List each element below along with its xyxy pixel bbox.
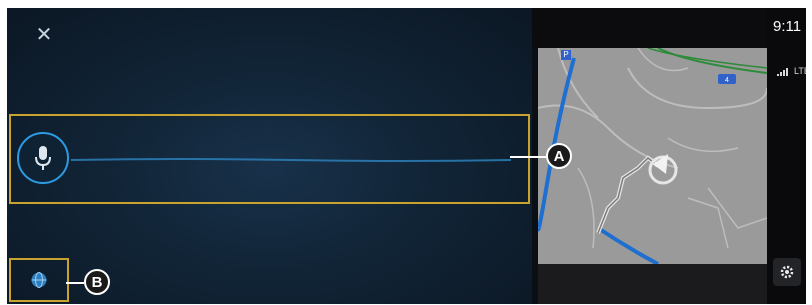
language-button[interactable] <box>9 258 69 302</box>
map-top-bar <box>532 8 768 48</box>
voice-prompt-title <box>137 56 397 78</box>
bottom-bar-item-left[interactable] <box>578 277 581 291</box>
top-bar-label <box>624 18 628 33</box>
close-icon[interactable]: ✕ <box>33 24 55 46</box>
signal-bars-icon <box>777 68 788 76</box>
callout-b: B <box>84 269 110 295</box>
voice-input-area <box>9 114 530 204</box>
callout-b-leader <box>66 282 84 284</box>
gear-icon <box>780 265 794 279</box>
settings-button[interactable] <box>773 258 801 286</box>
signal-indicator: LTE <box>777 66 806 76</box>
network-type: LTE <box>794 66 806 76</box>
status-sidebar: 9:11 LTE <box>767 8 806 304</box>
route-badge: P <box>561 50 571 60</box>
map-roads: 4 <box>538 48 767 264</box>
globe-icon <box>31 272 47 288</box>
microphone-button[interactable] <box>17 132 69 184</box>
voice-waveform <box>71 158 511 162</box>
clock: 9:11 <box>773 18 802 35</box>
callout-a-leader <box>510 156 546 158</box>
infotainment-screen: ✕ 4 P 9:11 LT <box>7 8 806 304</box>
map-bottom-bar <box>538 264 767 304</box>
voice-assistant-panel: ✕ <box>7 8 532 304</box>
navigation-map[interactable]: 4 P <box>538 48 767 264</box>
bottom-bar-item-right[interactable] <box>688 277 691 291</box>
microphone-icon <box>35 146 51 170</box>
svg-text:4: 4 <box>725 77 729 84</box>
callout-a: A <box>546 143 572 169</box>
